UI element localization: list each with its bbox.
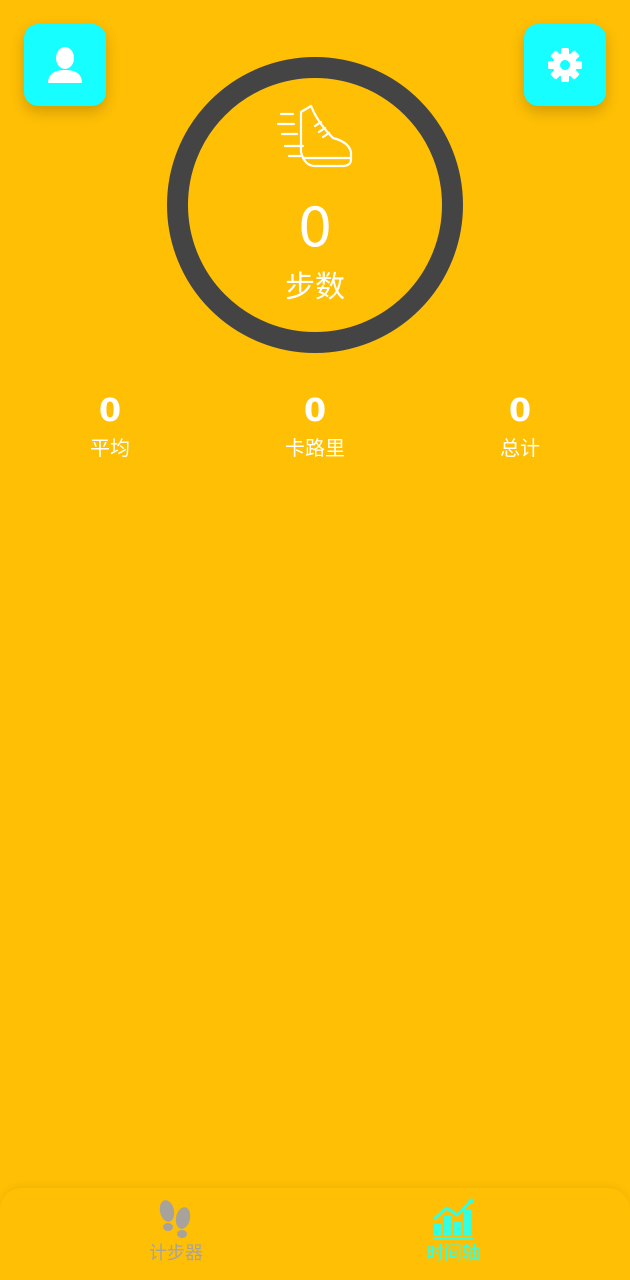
stat-calories: 0 卡路里: [235, 390, 395, 462]
stat-total-value: 0: [508, 391, 532, 429]
profile-button[interactable]: [24, 24, 106, 106]
running-shoe-icon: [276, 104, 353, 168]
nav-tab-timeline-label: 时间轴: [426, 1243, 480, 1264]
nav-tab-pedometer[interactable]: 计步器: [96, 1198, 256, 1266]
step-count-value: 0: [297, 196, 333, 259]
stat-total-label: 总计: [500, 436, 540, 460]
chart-icon: [433, 1198, 474, 1240]
stat-calories-value: 0: [303, 391, 327, 429]
stat-total: 0 总计: [440, 390, 600, 462]
user-icon: [48, 47, 82, 83]
stat-average-label: 平均: [90, 436, 130, 460]
stat-average-value: 0: [98, 391, 122, 429]
nav-tab-pedometer-label: 计步器: [149, 1243, 203, 1264]
step-count-label: 步数: [285, 270, 345, 305]
stat-calories-label: 卡路里: [285, 436, 345, 460]
nav-tab-timeline[interactable]: 时间轴: [373, 1198, 533, 1266]
bottom-navigation: 计步器 时间轴: [0, 1188, 630, 1280]
gear-icon: [548, 48, 582, 82]
stat-average: 0 平均: [30, 390, 190, 462]
footprints-icon: [159, 1200, 191, 1238]
settings-button[interactable]: [524, 24, 606, 106]
